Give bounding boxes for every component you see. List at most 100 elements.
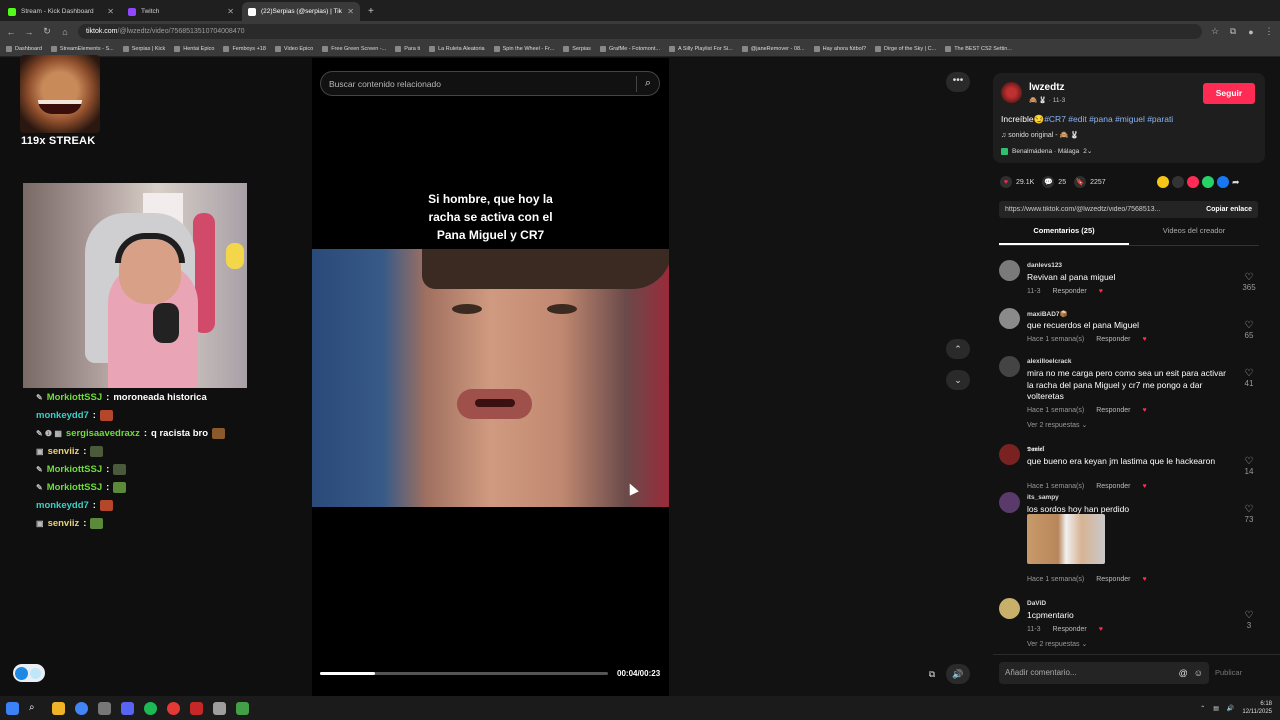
network-icon[interactable]: ▤ — [1213, 705, 1219, 712]
reply-button[interactable]: Responder — [1096, 336, 1130, 343]
chevron-up-icon[interactable]: ⌃ — [1200, 705, 1205, 712]
author-username[interactable]: lwzedtz — [1029, 82, 1065, 93]
bookmark-item[interactable]: Hay ahora fútbol? — [813, 46, 866, 52]
clock[interactable]: 6:18 12/11/2025 — [1242, 700, 1272, 716]
steam-icon[interactable] — [213, 701, 226, 715]
chat-username[interactable]: sergisaavedraxz — [66, 428, 140, 439]
related-search-input[interactable]: Buscar contenido relacionado ⌕ — [320, 71, 660, 96]
bookmark-item[interactable]: The BEST CS2 Settin... — [945, 46, 1012, 52]
sound-link[interactable]: ♫ sonido original - 🙈 🐰 — [1001, 131, 1079, 139]
close-icon[interactable]: ✕ — [227, 7, 234, 16]
extensions-icon[interactable]: ⧉ — [1228, 26, 1238, 37]
like-button[interactable]: ♥ 29.1K — [1000, 176, 1034, 188]
browser-tab-tiktok[interactable]: (22)Serpias (@serpias) | Tik ✕ — [242, 2, 360, 21]
reply-button[interactable]: Responder — [1096, 576, 1130, 583]
copy-link-button[interactable]: Copiar enlace — [1206, 206, 1252, 213]
bookmark-item[interactable]: StreamElements - S... — [50, 46, 114, 52]
save-button[interactable]: 🔖 2257 — [1074, 176, 1106, 188]
repost-icon[interactable] — [1187, 176, 1199, 188]
follow-button[interactable]: Seguir — [1203, 83, 1255, 104]
start-icon[interactable] — [6, 701, 19, 715]
app-icon[interactable] — [236, 701, 249, 715]
comment-like-button[interactable]: ♡ 73 — [1239, 504, 1259, 524]
bookmark-item[interactable]: Serpias — [563, 46, 591, 52]
explorer-icon[interactable] — [52, 701, 65, 715]
search-icon[interactable]: ⌕ — [29, 702, 42, 715]
emoji-icon[interactable]: ☺ — [1194, 668, 1203, 678]
chat-username[interactable]: MorkiottSSJ — [47, 482, 102, 493]
profile-icon[interactable]: ● — [1246, 27, 1256, 37]
close-icon[interactable]: ✕ — [107, 7, 114, 16]
emoji-share-icon[interactable] — [1157, 176, 1169, 188]
mention-icon[interactable]: @ — [1179, 668, 1188, 678]
comment-like-button[interactable]: ♡ 365 — [1239, 272, 1259, 292]
commenter-name[interactable]: alexilloelcrack — [1027, 358, 1071, 365]
view-replies-button[interactable]: Ver 2 respuestas ⌄ — [1027, 421, 1087, 429]
comment-like-button[interactable]: ♡ 3 — [1239, 610, 1259, 630]
close-icon[interactable]: ✕ — [347, 7, 354, 16]
discord-icon[interactable] — [121, 701, 134, 715]
comment-input[interactable]: Añadir comentario... @ ☺ — [999, 661, 1209, 684]
bookmark-item[interactable]: Spin the Wheel - Fr... — [493, 46, 554, 52]
reply-button[interactable]: Responder — [1053, 626, 1087, 633]
bookmark-item[interactable]: Femboys +18 — [223, 46, 266, 52]
commenter-avatar[interactable] — [999, 308, 1020, 329]
tab-creator-videos[interactable]: Videos del creador — [1129, 226, 1259, 245]
commenter-avatar[interactable] — [999, 598, 1020, 619]
share-arrow-icon[interactable]: ➦ — [1232, 176, 1244, 188]
app-icon[interactable] — [190, 701, 203, 715]
bookmark-item[interactable]: Para ti — [395, 46, 420, 52]
chat-username[interactable]: monkeydd7 — [36, 500, 89, 511]
comment-like-button[interactable]: ♡ 41 — [1239, 368, 1259, 388]
browser-tab-kick[interactable]: Stream - Kick Dashboard ✕ — [2, 2, 120, 21]
commenter-name[interactable]: maxiBAD7📦 — [1027, 310, 1068, 318]
chat-username[interactable]: monkeydd7 — [36, 410, 89, 421]
location-row[interactable]: Benalmádena · Málaga 2⌄ — [1001, 147, 1092, 155]
url-input[interactable]: tiktok.com/@lwzedtz/video/75685135107040… — [78, 24, 1202, 39]
next-video-button[interactable]: ⌄ — [946, 370, 970, 390]
previous-video-button[interactable]: ⌃ — [946, 339, 970, 359]
bookmark-item[interactable]: Hentai Epico — [174, 46, 214, 52]
bookmark-item[interactable]: Video Epico — [274, 46, 313, 52]
forward-icon[interactable]: → — [24, 27, 34, 37]
comment-button[interactable]: 💬 25 — [1042, 176, 1066, 188]
volume-icon[interactable]: 🔊 — [1227, 705, 1234, 712]
chat-username[interactable]: MorkiottSSJ — [47, 392, 102, 403]
commenter-avatar[interactable] — [999, 356, 1020, 377]
new-tab-button[interactable]: + — [360, 6, 382, 21]
bookmark-item[interactable]: Dashboard — [6, 46, 42, 52]
publish-button[interactable]: Publicar — [1215, 668, 1242, 677]
view-replies-button[interactable]: Ver 2 respuestas ⌄ — [1027, 640, 1087, 648]
chat-username[interactable]: senviiz — [48, 446, 80, 457]
spotify-icon[interactable] — [144, 701, 157, 715]
commenter-avatar[interactable] — [999, 444, 1020, 465]
commenter-name[interactable]: 𝕯𝖆𝖓𝖎𝖊𝖑 — [1027, 446, 1044, 454]
comment-like-button[interactable]: ♡ 14 — [1239, 456, 1259, 476]
reply-button[interactable]: Responder — [1053, 288, 1087, 295]
bookmark-item[interactable]: GrafMe - Fotomont... — [599, 46, 660, 52]
chat-username[interactable]: senviiz — [48, 518, 80, 529]
commenter-name[interactable]: its_sampy — [1027, 494, 1059, 501]
facebook-icon[interactable] — [1217, 176, 1229, 188]
commenter-name[interactable]: DaViD — [1027, 600, 1046, 607]
overlay-toggle[interactable] — [13, 664, 45, 682]
commenter-avatar[interactable] — [999, 260, 1020, 281]
reload-icon[interactable]: ↻ — [42, 26, 52, 37]
bookmark-item[interactable]: @janeRemover - 08... — [741, 46, 805, 52]
tab-comments[interactable]: Comentarios (25) — [999, 226, 1129, 245]
chat-username[interactable]: MorkiottSSJ — [47, 464, 102, 475]
commenter-name[interactable]: danlevs123 — [1027, 262, 1062, 269]
back-icon[interactable]: ← — [6, 27, 16, 37]
bookmark-item[interactable]: A Silly Playlist For Si... — [668, 46, 733, 52]
search-icon[interactable]: ⌕ — [645, 77, 651, 90]
hashtags[interactable]: #CR7 #edit #pana #miguel #parati — [1044, 114, 1173, 124]
embed-icon[interactable] — [1172, 176, 1184, 188]
menu-icon[interactable]: ⋮ — [1264, 26, 1274, 37]
star-icon[interactable]: ☆ — [1210, 26, 1220, 37]
bookmark-item[interactable]: Dirge of the Sky | C... — [875, 46, 936, 52]
chrome-icon[interactable] — [75, 701, 88, 715]
more-options-button[interactable]: ••• — [946, 72, 970, 92]
home-icon[interactable]: ⌂ — [60, 27, 70, 37]
reply-button[interactable]: Responder — [1096, 483, 1130, 490]
whatsapp-icon[interactable] — [1202, 176, 1214, 188]
